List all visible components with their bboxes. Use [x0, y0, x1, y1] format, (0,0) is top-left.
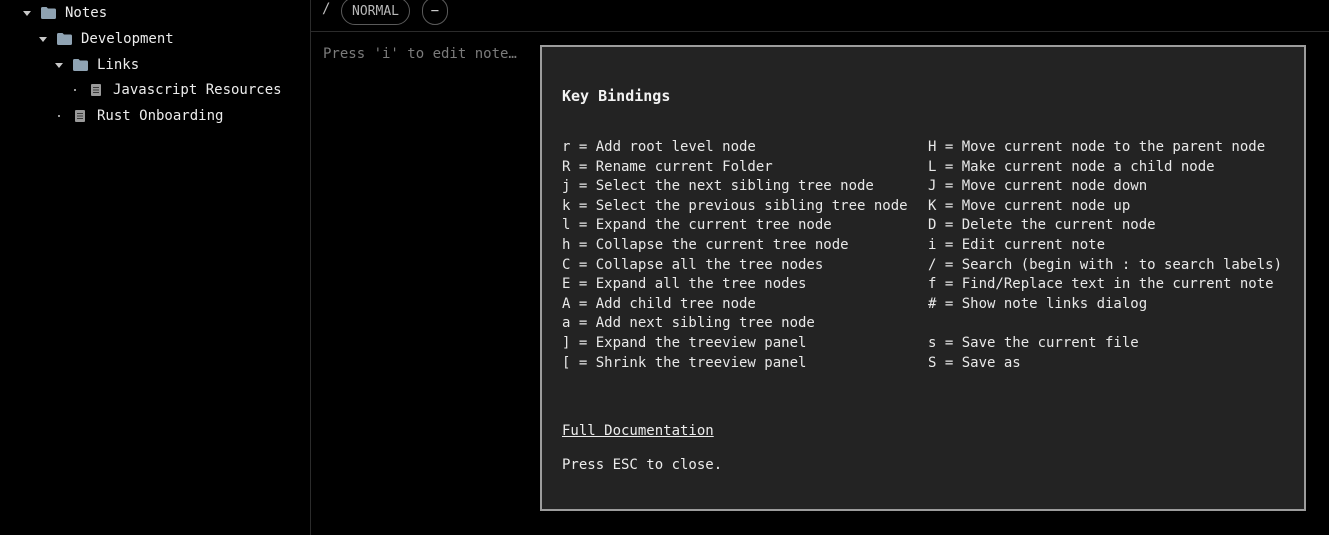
binding-line: l = Expand the current tree node — [562, 217, 832, 234]
bindings-left-column: r = Add root level node R = Rename curre… — [562, 138, 908, 373]
app-window: Notes Development Links Javascript Resou… — [0, 0, 1329, 535]
folder-icon — [57, 33, 72, 45]
folder-icon — [41, 7, 56, 19]
binding-line: S = Save as — [928, 354, 1021, 371]
binding-line: E = Expand all the tree nodes — [562, 276, 807, 293]
binding-line: j = Select the next sibling tree node — [562, 178, 874, 195]
binding-line: r = Add root level node — [562, 139, 756, 155]
binding-line: i = Edit current note — [928, 236, 1106, 253]
tree-item-label: Notes — [65, 5, 108, 21]
leaf-bullet-icon — [58, 115, 60, 117]
tree-view-panel[interactable]: Notes Development Links Javascript Resou… — [0, 0, 311, 535]
close-hint: Press ESC to close. — [562, 457, 723, 473]
dialog-title: Key Bindings — [562, 87, 671, 105]
binding-line: # = Show note links dialog — [928, 295, 1148, 312]
binding-line: H = Move current node to the parent node — [928, 139, 1266, 155]
binding-line: k = Select the previous sibling tree nod… — [562, 197, 908, 214]
binding-line — [928, 314, 1282, 334]
binding-line: R = Rename current Folder — [562, 158, 773, 175]
binding-line: h = Collapse the current tree node — [562, 236, 849, 253]
path-label: / — [322, 1, 331, 17]
full-documentation-link[interactable]: Full Documentation — [562, 423, 714, 439]
note-icon — [75, 110, 85, 122]
tree-item-links[interactable]: Links — [55, 53, 139, 77]
note-icon — [91, 84, 101, 96]
binding-line: s = Save the current file — [928, 334, 1139, 351]
folder-icon — [73, 59, 88, 71]
collapse-button[interactable]: − — [422, 0, 448, 25]
binding-line: J = Move current node down — [928, 178, 1148, 195]
binding-line: C = Collapse all the tree nodes — [562, 256, 824, 273]
binding-line: ] = Expand the treeview panel — [562, 334, 807, 351]
caret-down-icon[interactable] — [55, 62, 63, 68]
binding-line: a = Add next sibling tree node — [562, 315, 815, 332]
tree-item-label: Development — [81, 31, 174, 47]
tree-item-development[interactable]: Development — [39, 27, 174, 51]
tree-item-label: Links — [97, 57, 140, 73]
bindings-right-column: H = Move current node to the parent node… — [928, 138, 1282, 373]
caret-down-icon[interactable] — [23, 10, 31, 16]
binding-line: / = Search (begin with : to search label… — [928, 256, 1283, 273]
binding-line: f = Find/Replace text in the current not… — [928, 276, 1274, 293]
editor-toolbar: / NORMAL − — [311, 0, 1329, 32]
tree-item-rust-onboarding[interactable]: Rust Onboarding — [58, 104, 223, 128]
leaf-bullet-icon — [74, 89, 76, 91]
tree-item-notes[interactable]: Notes — [23, 1, 107, 25]
binding-line: L = Make current node a child node — [928, 158, 1215, 175]
tree-item-label: Javascript Resources — [113, 82, 282, 98]
tree-item-label: Rust Onboarding — [97, 108, 224, 124]
tree-item-javascript-resources[interactable]: Javascript Resources — [74, 78, 282, 102]
mode-indicator: NORMAL — [341, 0, 410, 25]
binding-line: D = Delete the current node — [928, 217, 1156, 234]
editor-placeholder: Press 'i' to edit note… — [323, 46, 517, 62]
key-bindings-dialog: Key Bindings r = Add root level node R =… — [540, 45, 1306, 511]
binding-line: [ = Shrink the treeview panel — [562, 354, 807, 371]
binding-line: A = Add child tree node — [562, 295, 756, 312]
binding-line: K = Move current node up — [928, 197, 1131, 214]
caret-down-icon[interactable] — [39, 36, 47, 42]
